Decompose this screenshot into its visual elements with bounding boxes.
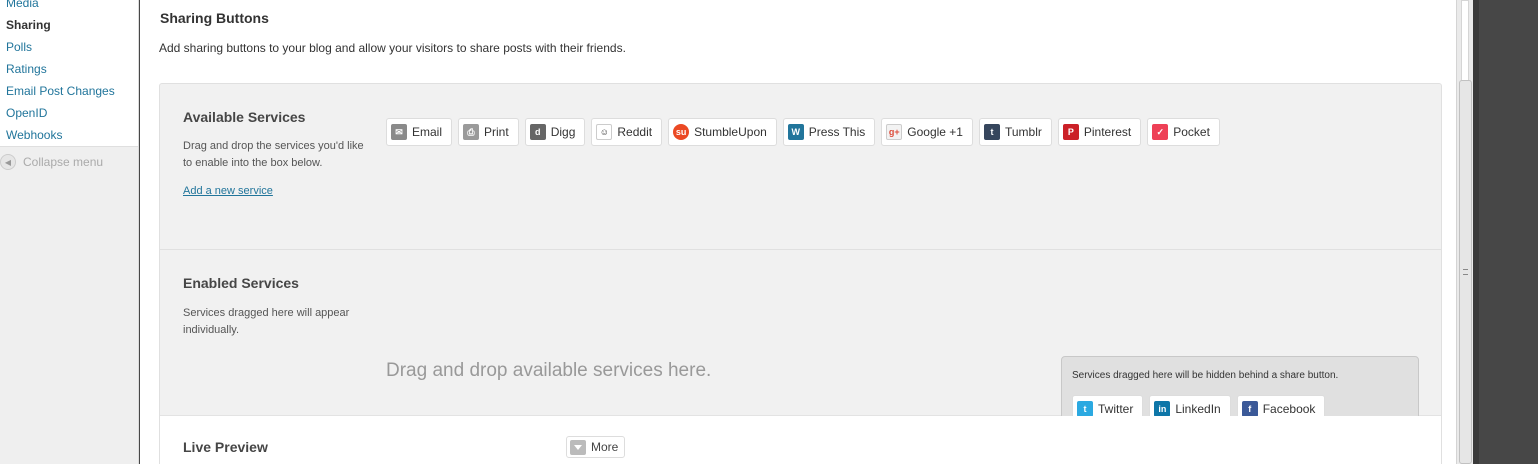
collapse-arrow-icon: ◀ xyxy=(0,154,16,170)
collapse-menu-button[interactable]: ◀ Collapse menu xyxy=(0,152,103,172)
available-services-description: Drag and drop the services you'd like to… xyxy=(183,140,364,169)
service-label: LinkedIn xyxy=(1175,402,1221,416)
service-label: Press This xyxy=(808,125,866,139)
email-icon: ✉ xyxy=(391,124,407,140)
pinterest-icon: P xyxy=(1062,124,1079,140)
service-label: StumbleUpon xyxy=(694,125,767,139)
main-content: Sharing Buttons Add sharing buttons to y… xyxy=(140,0,1456,464)
more-dropdown-icon xyxy=(570,439,586,455)
page-title: Sharing Buttons xyxy=(160,10,269,26)
available-services-title: Available Services xyxy=(183,109,306,125)
service-label: Pocket xyxy=(1173,125,1210,139)
more-share-button[interactable]: More xyxy=(566,436,626,458)
sidebar-item-email-post-changes[interactable]: Email Post Changes xyxy=(0,80,138,102)
sidebar-item-sharing[interactable]: Sharing xyxy=(0,14,138,36)
scrollbar-thumb[interactable] xyxy=(1459,80,1472,464)
facebook-icon: f xyxy=(1241,401,1258,417)
admin-sidebar: Media Sharing Polls Ratings Email Post C… xyxy=(0,0,139,464)
sidebar-item-webhooks[interactable]: Webhooks xyxy=(0,124,138,146)
service-label: Print xyxy=(484,125,509,139)
service-label: Facebook xyxy=(1262,402,1316,416)
service-label: Twitter xyxy=(1098,402,1134,416)
window-edge xyxy=(1473,0,1479,464)
service-label: Pinterest xyxy=(1083,125,1132,139)
enabled-services-description: Services dragged here will appear indivi… xyxy=(183,307,350,336)
enabled-services-section: Enabled Services Services dragged here w… xyxy=(160,250,1441,464)
service-print[interactable]: ⎙ Print xyxy=(458,118,519,146)
service-label: Tumblr xyxy=(1004,125,1042,139)
service-pocket[interactable]: ✓ Pocket xyxy=(1147,118,1220,146)
service-press-this[interactable]: W Press This xyxy=(782,118,876,146)
live-preview-section: Live Preview More xyxy=(160,416,1441,464)
settings-submenu: Media Sharing Polls Ratings Email Post C… xyxy=(0,0,138,147)
services-panel: Available Services Drag and drop the ser… xyxy=(159,83,1442,464)
add-new-service-link[interactable]: Add a new service xyxy=(183,185,273,197)
enabled-services-title: Enabled Services xyxy=(183,275,299,291)
more-label: More xyxy=(591,440,619,454)
service-digg[interactable]: d Digg xyxy=(524,118,586,146)
hidden-services-note: Services dragged here will be hidden beh… xyxy=(1072,370,1339,381)
stumbleupon-icon: su xyxy=(673,124,690,140)
service-email[interactable]: ✉ Email xyxy=(386,118,453,146)
collapse-menu-label: Collapse menu xyxy=(23,155,104,169)
tumblr-icon: t xyxy=(983,124,1000,140)
wordpress-icon: W xyxy=(787,124,804,140)
available-services-list: ✉ Email ⎙ Print d Digg ☺ Reddit su Stumb… xyxy=(386,118,1226,146)
linkedin-icon: in xyxy=(1154,401,1171,417)
scrollbar-grip-icon xyxy=(1463,269,1468,275)
available-services-section: Available Services Drag and drop the ser… xyxy=(160,84,1441,250)
sidebar-item-ratings[interactable]: Ratings xyxy=(0,58,138,80)
service-label: Reddit xyxy=(617,125,653,139)
sidebar-item-media[interactable]: Media xyxy=(0,0,138,14)
digg-icon: d xyxy=(529,124,546,140)
twitter-icon: t xyxy=(1077,401,1093,417)
service-google-plus-one[interactable]: g+ Google +1 xyxy=(881,118,973,146)
sidebar-item-polls[interactable]: Polls xyxy=(0,36,138,58)
vertical-scrollbar[interactable] xyxy=(1456,0,1473,464)
print-icon: ⎙ xyxy=(463,124,480,140)
pocket-icon: ✓ xyxy=(1152,124,1169,140)
service-reddit[interactable]: ☺ Reddit xyxy=(591,118,663,146)
service-stumbleupon[interactable]: su StumbleUpon xyxy=(668,118,777,146)
service-pinterest[interactable]: P Pinterest xyxy=(1057,118,1142,146)
reddit-icon: ☺ xyxy=(596,124,613,140)
sidebar-item-openid[interactable]: OpenID xyxy=(0,102,138,124)
service-label: Digg xyxy=(550,125,576,139)
service-label: Google +1 xyxy=(907,125,963,139)
service-label: Email xyxy=(412,125,443,139)
page-description: Add sharing buttons to your blog and all… xyxy=(159,41,626,55)
service-tumblr[interactable]: t Tumblr xyxy=(978,118,1052,146)
enabled-services-drop-zone[interactable]: Drag and drop available services here. xyxy=(386,360,711,382)
live-preview-title: Live Preview xyxy=(183,439,268,455)
google-plus-icon: g+ xyxy=(886,124,903,140)
